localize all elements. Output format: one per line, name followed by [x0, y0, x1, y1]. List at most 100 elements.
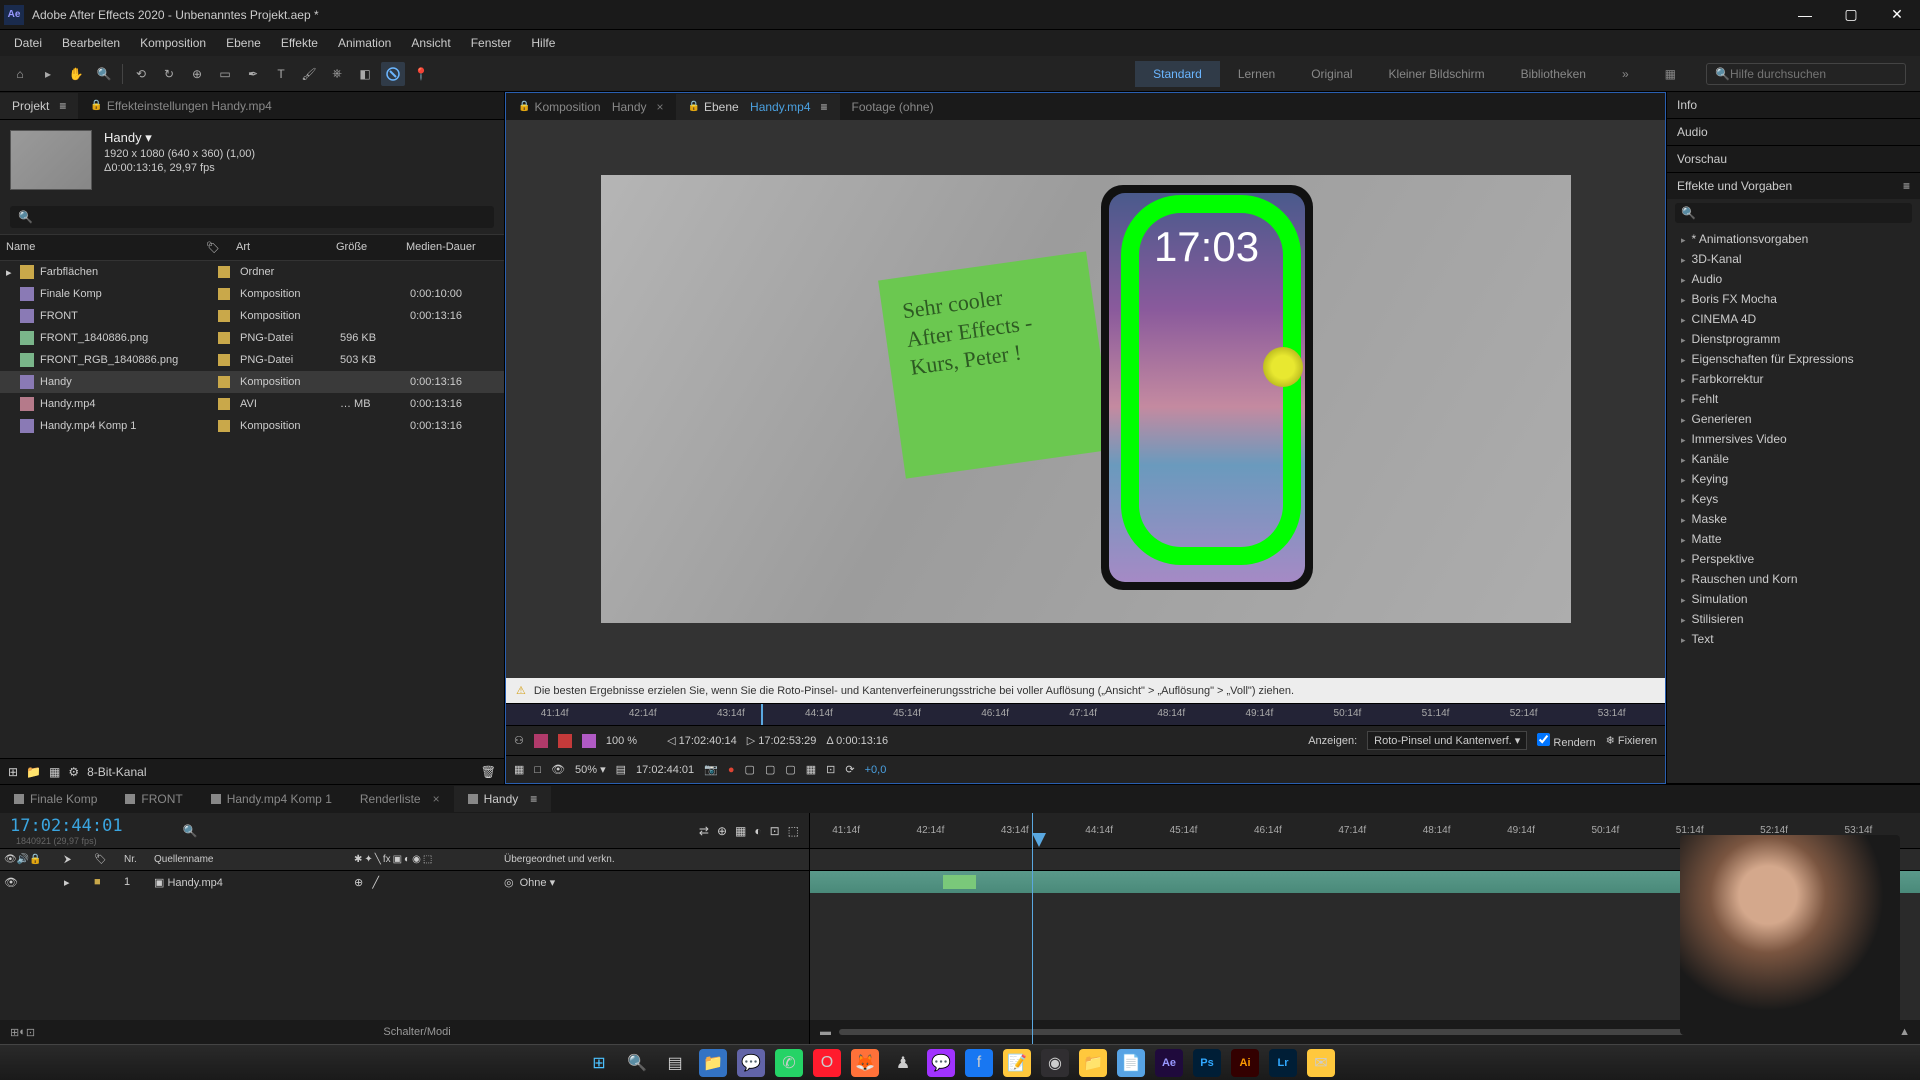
panel-menu-icon[interactable]: ≡ [1903, 179, 1910, 193]
help-search[interactable]: 🔍 [1706, 63, 1906, 85]
zoom-in-icon[interactable]: ▲ [1899, 1026, 1910, 1038]
tab-menu-icon[interactable]: ≡ [530, 792, 537, 806]
effects-category[interactable]: Simulation [1667, 589, 1920, 609]
effects-search[interactable]: 🔍 [1675, 203, 1912, 223]
close-icon[interactable]: × [433, 792, 440, 806]
comp-name-label[interactable]: Handy ▾ [104, 130, 255, 146]
layer-mini-timeline[interactable]: 41:14f42:14f43:14f44:14f45:14f46:14f47:1… [506, 703, 1665, 725]
maximize-button[interactable]: ▢ [1828, 0, 1874, 30]
bg-swatch[interactable] [558, 734, 572, 748]
interpret-icon[interactable]: ⊞ [8, 765, 18, 779]
effects-category[interactable]: Stilisieren [1667, 609, 1920, 629]
parent-dropdown[interactable]: Ohne ▾ [520, 876, 556, 889]
toggle-guides-icon[interactable]: 👁 [551, 763, 565, 776]
panel-effects-presets[interactable]: Effekte und Vorgaben≡ [1667, 173, 1920, 199]
tl-opt3-icon[interactable]: ▦ [735, 824, 746, 838]
taskbar-explorer-icon[interactable]: 📁 [699, 1049, 727, 1077]
channel-r-icon[interactable]: ▢ [745, 763, 755, 776]
menu-effekte[interactable]: Effekte [271, 32, 328, 54]
project-item[interactable]: Finale KompKomposition0:00:10:00 [0, 283, 504, 305]
taskbar-ai-icon[interactable]: Ai [1231, 1049, 1259, 1077]
project-item[interactable]: Handy.mp4AVI… MB0:00:13:16 [0, 393, 504, 415]
viewer-canvas[interactable]: Sehr cooler After Effects - Kurs, Peter … [506, 120, 1665, 678]
percent-label[interactable]: 100 % [606, 735, 637, 747]
col-name[interactable]: Name [0, 239, 200, 256]
taskbar-whatsapp-icon[interactable]: ✆ [775, 1049, 803, 1077]
time-out[interactable]: 17:02:53:29 [758, 735, 816, 747]
tab-project[interactable]: Projekt≡ [0, 93, 78, 119]
panel-audio[interactable]: Audio [1667, 119, 1920, 145]
tl-toggle3-icon[interactable]: ⊡ [26, 1026, 35, 1039]
effects-category[interactable]: Farbkorrektur [1667, 369, 1920, 389]
menu-hilfe[interactable]: Hilfe [521, 32, 565, 54]
tl-toggle2-icon[interactable]: ◐ [19, 1026, 26, 1038]
taskbar-opera-icon[interactable]: O [813, 1049, 841, 1077]
tl-tab-handykomp[interactable]: Handy.mp4 Komp 1 [197, 786, 346, 812]
tab-effect-controls[interactable]: 🔒Effekteinstellungen Handy.mp4 [78, 93, 283, 119]
minimize-button[interactable]: — [1782, 0, 1828, 30]
menu-fenster[interactable]: Fenster [461, 32, 522, 54]
panel-info[interactable]: Info [1667, 92, 1920, 118]
layer-name[interactable]: ▣ Handy.mp4 [154, 876, 354, 889]
workspace-kleiner[interactable]: Kleiner Bildschirm [1371, 61, 1503, 87]
help-search-input[interactable] [1730, 67, 1897, 81]
effects-category[interactable]: Keying [1667, 469, 1920, 489]
bpc-label[interactable]: 8-Bit-Kanal [87, 765, 146, 779]
effects-category[interactable]: Generieren [1667, 409, 1920, 429]
taskbar-search-icon[interactable]: 🔍 [623, 1049, 651, 1077]
mini-playhead[interactable] [761, 704, 763, 725]
toggle-alpha-icon[interactable]: ▦ [514, 763, 524, 776]
fg-swatch[interactable] [534, 734, 548, 748]
swatch3[interactable] [582, 734, 596, 748]
zoom-tool[interactable]: 🔍 [92, 62, 116, 86]
tl-search-icon[interactable]: 🔍 [183, 824, 198, 838]
taskbar-taskview-icon[interactable]: ▤ [661, 1049, 689, 1077]
effects-category[interactable]: Rauschen und Korn [1667, 569, 1920, 589]
new-folder-icon[interactable]: 📁 [26, 765, 41, 779]
effects-category[interactable]: Perspektive [1667, 549, 1920, 569]
project-item[interactable]: FRONTKomposition0:00:13:16 [0, 305, 504, 327]
tab-layer[interactable]: 🔒Ebene Handy.mp4≡ [676, 94, 840, 120]
workspace-standard[interactable]: Standard [1135, 61, 1220, 87]
project-item[interactable]: Handy.mp4 Komp 1Komposition0:00:13:16 [0, 415, 504, 437]
taskbar-notes-icon[interactable]: 📝 [1003, 1049, 1031, 1077]
hand-tool[interactable]: ✋ [64, 62, 88, 86]
adjust-icon[interactable]: ⚙ [68, 765, 79, 779]
channel-g-icon[interactable]: ▢ [765, 763, 775, 776]
col-type[interactable]: Art [230, 239, 330, 256]
type-tool[interactable]: T [269, 62, 293, 86]
snapshot-icon[interactable]: 📷 [704, 763, 718, 776]
effects-category[interactable]: Fehlt [1667, 389, 1920, 409]
workspace-overflow-icon[interactable]: ▦ [1647, 61, 1694, 87]
timeline-timecode[interactable]: 17:02:44:01 [10, 816, 123, 836]
taskbar-facebook-icon[interactable]: f [965, 1049, 993, 1077]
new-comp-icon[interactable]: ▦ [49, 765, 60, 779]
taskbar-messenger-icon[interactable]: 💬 [927, 1049, 955, 1077]
effects-category[interactable]: Dienstprogramm [1667, 329, 1920, 349]
taskbar-misc-icon[interactable]: ✉ [1307, 1049, 1335, 1077]
workspace-original[interactable]: Original [1293, 61, 1370, 87]
layer-switches[interactable]: ⊕ ╱ [354, 876, 504, 889]
effects-category[interactable]: Keys [1667, 489, 1920, 509]
taskbar-obs-icon[interactable]: ◉ [1041, 1049, 1069, 1077]
trash-icon[interactable]: 🗑 [481, 765, 496, 779]
tab-menu-icon[interactable]: ≡ [59, 99, 66, 113]
taskbar-app-icon[interactable]: ♟ [889, 1049, 917, 1077]
project-search[interactable]: 🔍 [10, 206, 494, 228]
effects-category[interactable]: CINEMA 4D [1667, 309, 1920, 329]
timeline-playhead[interactable] [1032, 833, 1046, 847]
clone-tool[interactable]: ⎈ [325, 62, 349, 86]
col-dur[interactable]: Medien-Dauer [400, 239, 482, 256]
shape-tool[interactable]: ▭ [213, 62, 237, 86]
eraser-tool[interactable]: ◧ [353, 62, 377, 86]
tl-toggle1-icon[interactable]: ⊞ [10, 1026, 19, 1039]
visibility-toggle[interactable]: 👁 [4, 876, 20, 889]
taskbar-lr-icon[interactable]: Lr [1269, 1049, 1297, 1077]
project-item[interactable]: FRONT_1840886.pngPNG-Datei596 KB [0, 327, 504, 349]
transparency-icon[interactable]: ▦ [806, 763, 816, 776]
menu-komposition[interactable]: Komposition [130, 32, 216, 54]
tab-footage[interactable]: Footage (ohne) [840, 94, 946, 120]
refresh-icon[interactable]: ⟳ [845, 763, 854, 776]
taskbar-folder-icon[interactable]: 📁 [1079, 1049, 1107, 1077]
effects-category[interactable]: * Animationsvorgaben [1667, 229, 1920, 249]
